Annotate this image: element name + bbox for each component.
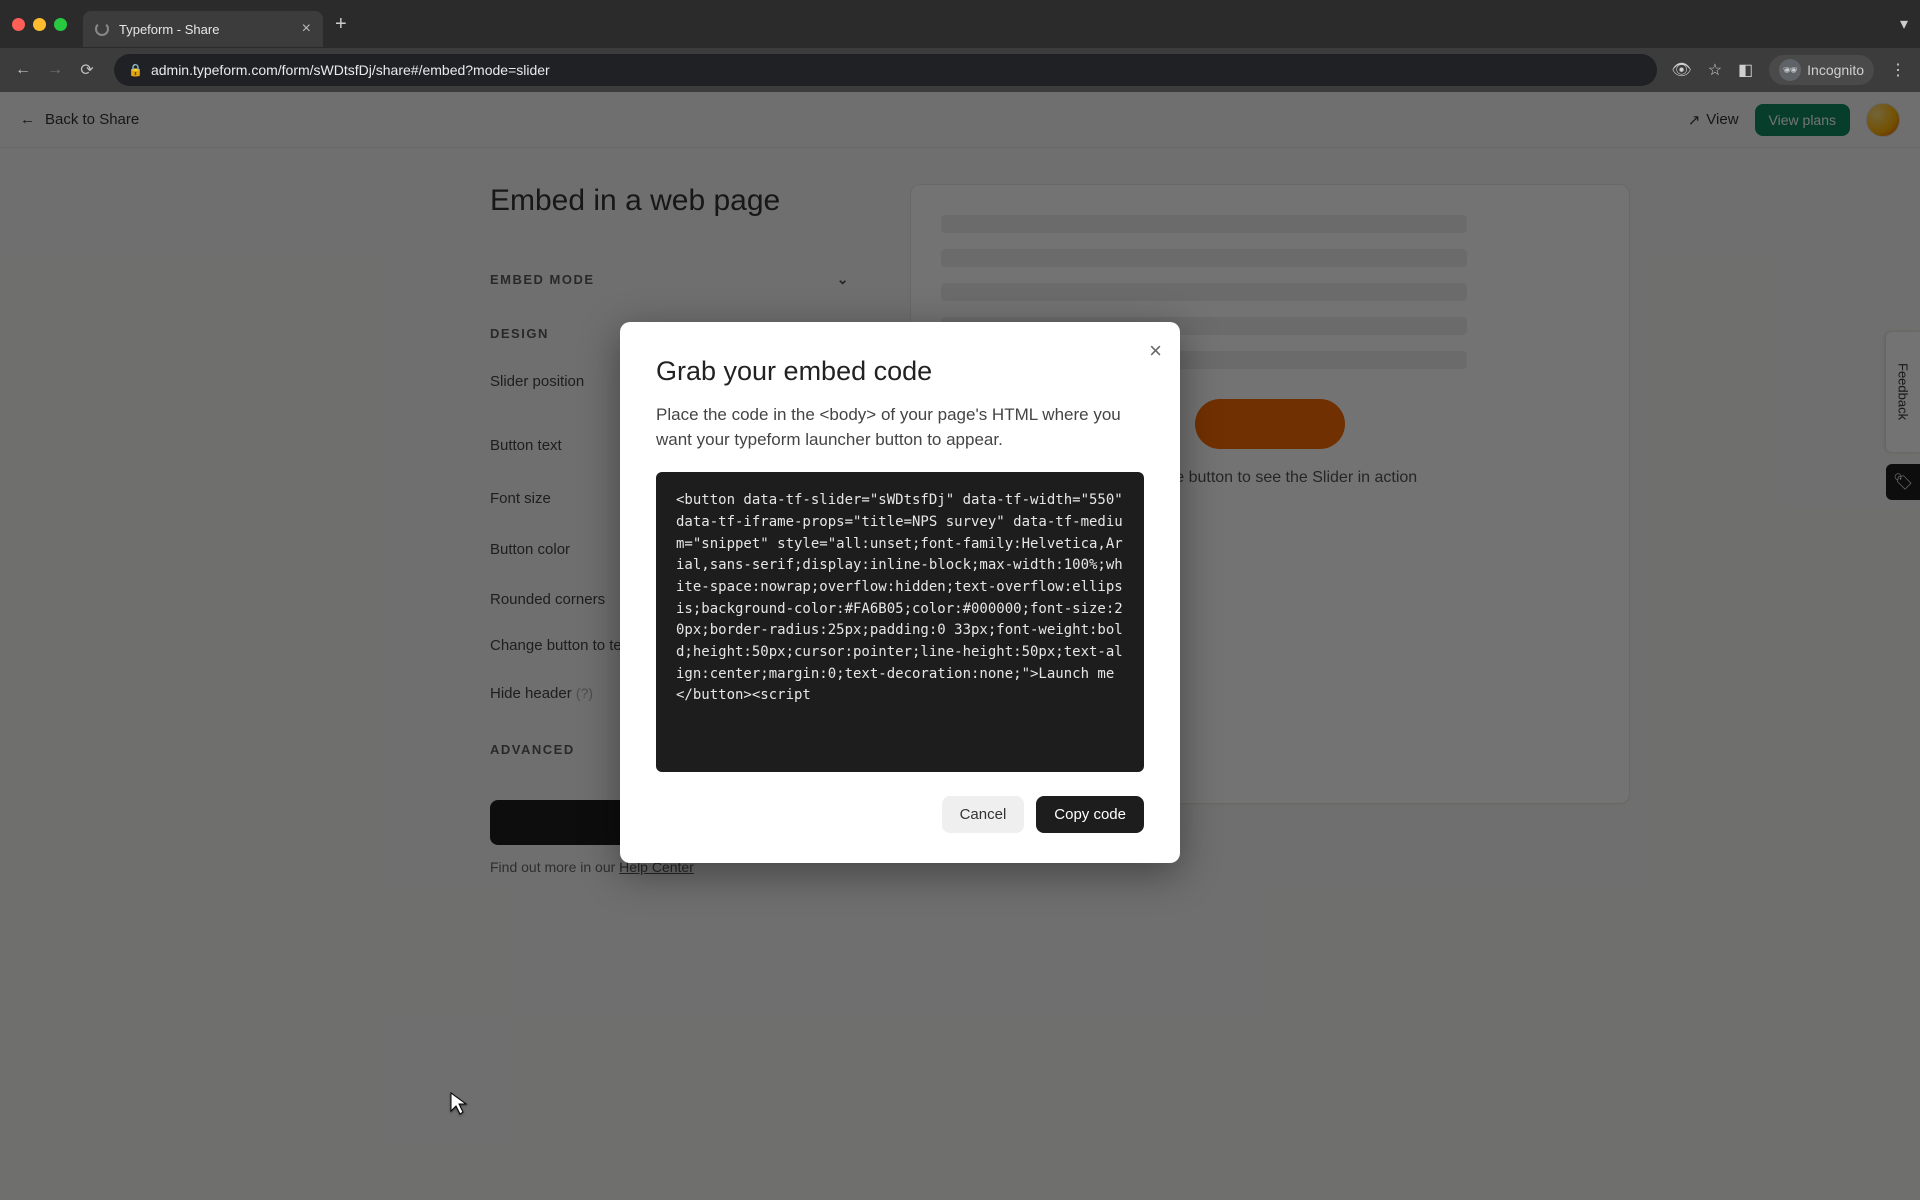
new-tab-button[interactable]: + [335,13,347,36]
lock-icon: 🔒 [128,63,143,77]
browser-tab[interactable]: Typeform - Share × [83,11,323,47]
address-bar[interactable]: 🔒 admin.typeform.com/form/sWDtsfDj/share… [114,54,1657,86]
close-icon[interactable]: × [1149,338,1162,364]
cancel-button[interactable]: Cancel [942,796,1025,833]
modal-description: Place the code in the <body> of your pag… [656,403,1144,452]
eye-off-icon[interactable]: 👁 [1671,60,1691,80]
maximize-window-icon[interactable] [54,18,67,31]
back-icon[interactable]: ← [14,61,32,79]
embed-code-modal: × Grab your embed code Place the code in… [620,322,1180,863]
extensions-icon[interactable]: ◧ [1738,60,1753,80]
reload-icon[interactable]: ⟳ [78,60,96,80]
window-controls [12,18,67,31]
embed-code-box[interactable]: <button data-tf-slider="sWDtsfDj" data-t… [656,472,1144,772]
menu-icon[interactable]: ⋮ [1890,60,1906,80]
app-root: ← Back to Share ↗ View View plans Embed … [0,92,1920,1200]
tabs-dropdown-icon[interactable]: ▾ [1900,14,1908,34]
copy-code-button[interactable]: Copy code [1036,796,1144,833]
url-text: admin.typeform.com/form/sWDtsfDj/share#/… [151,62,550,78]
close-tab-icon[interactable]: × [302,20,311,38]
browser-toolbar: ← → ⟳ 🔒 admin.typeform.com/form/sWDtsfDj… [0,48,1920,92]
incognito-badge[interactable]: 🕶 Incognito [1769,55,1874,85]
incognito-label: Incognito [1807,62,1864,78]
minimize-window-icon[interactable] [33,18,46,31]
forward-icon: → [46,61,64,79]
loading-icon [95,22,109,36]
modal-title: Grab your embed code [656,356,1144,387]
bookmark-icon[interactable]: ☆ [1708,60,1722,80]
close-window-icon[interactable] [12,18,25,31]
incognito-icon: 🕶 [1779,59,1801,81]
browser-tab-strip: Typeform - Share × + ▾ [0,0,1920,48]
toolbar-actions: 👁 ☆ ◧ 🕶 Incognito ⋮ [1671,55,1906,85]
tab-title: Typeform - Share [119,22,219,37]
